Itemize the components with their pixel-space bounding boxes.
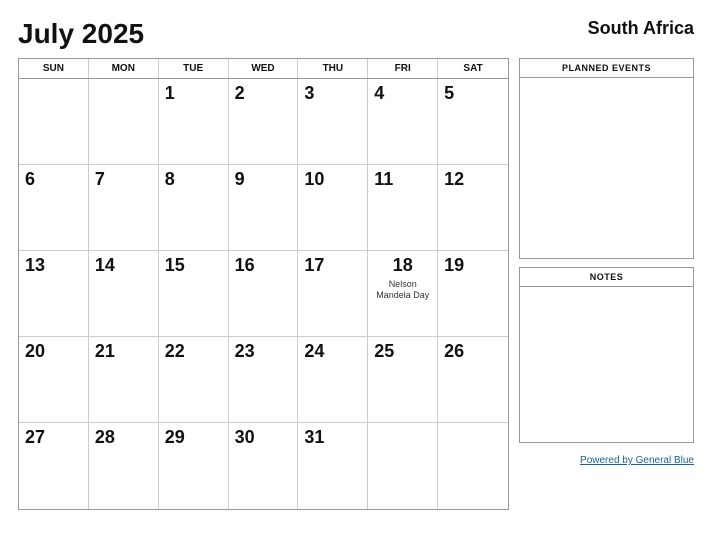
day-number-26: 26 [444, 341, 464, 361]
nelson-mandela-day-event: NelsonMandela Day [376, 279, 429, 302]
month-year-title: July 2025 [18, 18, 144, 50]
day-number-31: 31 [304, 427, 324, 447]
day-headers: SUN MON TUE WED THU FRI SAT [19, 59, 508, 79]
day-cell-23: 23 [229, 337, 299, 423]
notes-title: NOTES [520, 268, 693, 287]
day-number-25: 25 [374, 341, 394, 361]
day-number-23: 23 [235, 341, 255, 361]
header-wed: WED [229, 59, 299, 78]
day-number-16: 16 [235, 255, 255, 275]
day-cell-17: 17 [298, 251, 368, 337]
day-cell-19: 19 [438, 251, 508, 337]
day-cell-21: 21 [89, 337, 159, 423]
day-cell-11: 11 [368, 165, 438, 251]
planned-events-title: PLANNED EVENTS [520, 59, 693, 78]
day-cell-4: 4 [368, 79, 438, 165]
day-number-2: 2 [235, 83, 245, 103]
sidebar: PLANNED EVENTS NOTES Powered by General … [519, 58, 694, 510]
day-number-5: 5 [444, 83, 454, 103]
day-cell-7: 7 [89, 165, 159, 251]
day-number-28: 28 [95, 427, 115, 447]
planned-events-content [520, 78, 693, 258]
day-cell-22: 22 [159, 337, 229, 423]
day-cell-25: 25 [368, 337, 438, 423]
day-number-24: 24 [304, 341, 324, 361]
day-number-7: 7 [95, 169, 105, 189]
day-cell-18: 18 NelsonMandela Day [368, 251, 438, 337]
day-number-4: 4 [374, 83, 384, 103]
day-cell-13: 13 [19, 251, 89, 337]
day-number-19: 19 [444, 255, 464, 275]
day-cell-empty-4 [438, 423, 508, 509]
notes-box: NOTES [519, 267, 694, 443]
day-cell-12: 12 [438, 165, 508, 251]
header-sun: SUN [19, 59, 89, 78]
day-number-3: 3 [304, 83, 314, 103]
day-number-15: 15 [165, 255, 185, 275]
header-thu: THU [298, 59, 368, 78]
day-number-21: 21 [95, 341, 115, 361]
day-cell-20: 20 [19, 337, 89, 423]
day-cell-3: 3 [298, 79, 368, 165]
planned-events-box: PLANNED EVENTS [519, 58, 694, 259]
day-number-13: 13 [25, 255, 45, 275]
day-cell-empty-1 [19, 79, 89, 165]
country-label: South Africa [588, 18, 694, 39]
day-number-12: 12 [444, 169, 464, 189]
header-tue: TUE [159, 59, 229, 78]
header: July 2025 South Africa [18, 18, 694, 50]
calendar-page: July 2025 South Africa SUN MON TUE WED T… [0, 0, 712, 550]
day-cell-30: 30 [229, 423, 299, 509]
footer: Powered by General Blue [519, 455, 694, 466]
header-mon: MON [89, 59, 159, 78]
day-number-14: 14 [95, 255, 115, 275]
day-number-29: 29 [165, 427, 185, 447]
day-cell-5: 5 [438, 79, 508, 165]
day-number-11: 11 [374, 169, 393, 189]
day-number-9: 9 [235, 169, 245, 189]
calendar-section: SUN MON TUE WED THU FRI SAT 1 2 3 4 5 6 … [18, 58, 509, 510]
day-cell-16: 16 [229, 251, 299, 337]
day-cell-empty-3 [368, 423, 438, 509]
day-cell-26: 26 [438, 337, 508, 423]
calendar-grid: 1 2 3 4 5 6 7 8 9 10 11 12 13 14 15 16 1… [19, 79, 508, 509]
day-cell-14: 14 [89, 251, 159, 337]
day-cell-31: 31 [298, 423, 368, 509]
day-18-content: 18 NelsonMandela Day [374, 255, 431, 302]
day-number-22: 22 [165, 341, 185, 361]
day-number-17: 17 [304, 255, 324, 275]
day-number-6: 6 [25, 169, 35, 189]
day-cell-8: 8 [159, 165, 229, 251]
day-number-27: 27 [25, 427, 45, 447]
day-cell-2: 2 [229, 79, 299, 165]
day-number-8: 8 [165, 169, 175, 189]
day-cell-1: 1 [159, 79, 229, 165]
day-number-10: 10 [304, 169, 324, 189]
day-cell-29: 29 [159, 423, 229, 509]
day-cell-15: 15 [159, 251, 229, 337]
notes-content [520, 287, 693, 442]
day-cell-28: 28 [89, 423, 159, 509]
main-layout: SUN MON TUE WED THU FRI SAT 1 2 3 4 5 6 … [18, 58, 694, 510]
day-number-30: 30 [235, 427, 255, 447]
day-cell-6: 6 [19, 165, 89, 251]
day-number-18: 18 [393, 255, 413, 277]
header-fri: FRI [368, 59, 438, 78]
powered-by-link[interactable]: Powered by General Blue [580, 455, 694, 466]
day-number-1: 1 [165, 83, 175, 103]
day-cell-24: 24 [298, 337, 368, 423]
header-sat: SAT [438, 59, 508, 78]
day-cell-9: 9 [229, 165, 299, 251]
day-number-20: 20 [25, 341, 45, 361]
day-cell-27: 27 [19, 423, 89, 509]
day-cell-10: 10 [298, 165, 368, 251]
day-cell-empty-2 [89, 79, 159, 165]
